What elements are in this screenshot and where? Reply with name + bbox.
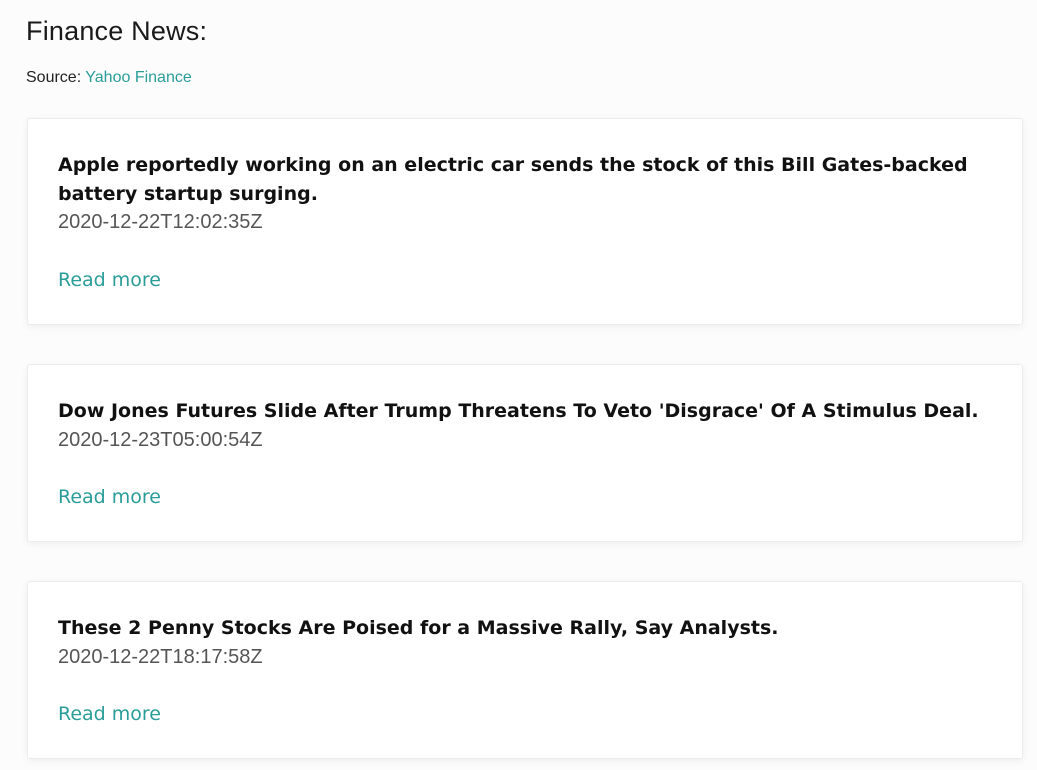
source-link[interactable]: Yahoo Finance <box>85 69 191 86</box>
news-headline: Dow Jones Futures Slide After Trump Thre… <box>58 400 979 422</box>
page-title: Finance News: <box>26 16 208 46</box>
news-card: Apple reportedly working on an electric … <box>27 118 1023 325</box>
finance-news-page: Finance News: Source: Yahoo Finance Appl… <box>0 0 1037 770</box>
source-prefix: Source: <box>26 69 82 86</box>
news-card: These 2 Penny Stocks Are Poised for a Ma… <box>27 581 1023 759</box>
news-headline: Apple reportedly working on an electric … <box>58 154 968 205</box>
news-headline: These 2 Penny Stocks Are Poised for a Ma… <box>58 617 779 639</box>
news-card: Dow Jones Futures Slide After Trump Thre… <box>27 364 1023 542</box>
news-date: 2020-12-22T12:02:35Z <box>58 211 263 233</box>
news-date: 2020-12-22T18:17:58Z <box>58 646 263 668</box>
read-more-link[interactable]: Read more <box>58 703 161 725</box>
read-more-link[interactable]: Read more <box>58 269 161 291</box>
news-date: 2020-12-23T05:00:54Z <box>58 429 263 451</box>
source-line: Source: Yahoo Finance <box>26 69 192 87</box>
read-more-link[interactable]: Read more <box>58 486 161 508</box>
